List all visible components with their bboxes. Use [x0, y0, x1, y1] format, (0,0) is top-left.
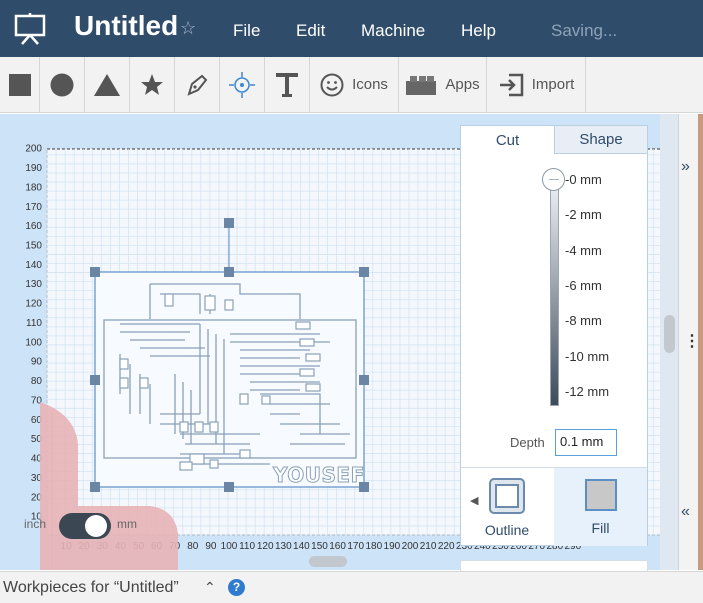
import-label: Import — [531, 76, 575, 93]
icons-label: Icons — [352, 76, 388, 93]
outline-icon — [489, 478, 525, 514]
square-icon — [8, 73, 31, 96]
apps-label: Apps — [445, 76, 480, 93]
vertical-scrollbar[interactable] — [664, 315, 675, 353]
collapse-right-icon[interactable]: » — [681, 158, 690, 176]
apps-button[interactable]: Apps — [399, 57, 487, 112]
menu-machine[interactable]: Machine — [361, 21, 425, 41]
depth-tick: -0 mm — [565, 172, 602, 187]
fill-label: Fill — [591, 520, 610, 536]
tab-shape[interactable]: Shape — [554, 126, 647, 154]
depth-tick: -6 mm — [565, 278, 602, 293]
bottom-bar: Workpieces for “Untitled” ⌃ ? — [0, 571, 703, 603]
depth-slider-track[interactable] — [550, 178, 559, 406]
panel-tabs: Cut Shape — [461, 126, 647, 154]
circle-icon — [50, 73, 74, 96]
help-icon[interactable]: ? — [228, 579, 245, 596]
pen-icon — [187, 74, 208, 96]
cut-settings-panel: Cut Shape -0 mm -2 mm -4 mm -6 mm -8 mm … — [460, 125, 648, 546]
smiley-icon — [320, 73, 344, 96]
cut-mode-row: ◀ Outline Fill — [461, 467, 647, 546]
horizontal-scrollbar[interactable] — [309, 556, 347, 567]
depth-input[interactable]: 0.1 mm — [555, 429, 617, 456]
depth-tick: -8 mm — [565, 313, 602, 328]
import-button[interactable]: Import — [487, 57, 586, 112]
import-icon — [499, 73, 523, 96]
unit-toggle[interactable] — [59, 513, 111, 539]
depth-tick: -2 mm — [565, 207, 602, 222]
text-tool-button[interactable] — [265, 57, 310, 112]
star-tool-button[interactable] — [130, 57, 175, 112]
more-options-icon[interactable]: ⋮ — [684, 331, 700, 351]
triangle-icon — [94, 73, 120, 96]
workpiece-text-yousef: YOUSEF — [273, 463, 365, 488]
icons-button[interactable]: Icons — [310, 57, 399, 112]
brick-icon — [406, 75, 437, 95]
triangle-tool-button[interactable] — [85, 57, 130, 112]
pen-tool-button[interactable] — [175, 57, 220, 112]
document-title[interactable]: Untitled — [74, 10, 178, 42]
save-status: Saving... — [551, 21, 618, 40]
depth-tick: -10 mm — [565, 349, 610, 364]
shape-toolbar: Icons Apps Import — [0, 57, 703, 113]
tab-cut[interactable]: Cut — [461, 126, 554, 154]
fill-icon — [584, 479, 617, 511]
crosshair-icon — [229, 71, 255, 98]
circle-tool-button[interactable] — [40, 57, 85, 112]
star-icon — [141, 73, 163, 95]
unit-inch-label: inch — [24, 517, 47, 531]
point-tool-button[interactable] — [220, 57, 265, 112]
unit-mm-label: mm — [117, 517, 137, 531]
previous-arrow-icon[interactable]: ◀ — [470, 494, 478, 507]
chevron-up-icon[interactable]: ⌃ — [204, 579, 216, 596]
text-icon — [276, 72, 298, 97]
favorite-star-icon[interactable]: ☆ — [180, 18, 196, 39]
depth-tick: -4 mm — [565, 243, 602, 258]
depth-label: Depth — [510, 435, 545, 450]
menu-file[interactable]: File — [233, 21, 260, 41]
depth-tick: -12 mm — [565, 384, 610, 399]
workpieces-label[interactable]: Workpieces for “Untitled” — [3, 579, 179, 597]
toggle-knob — [85, 515, 107, 537]
outline-mode-button[interactable]: Outline — [481, 468, 533, 546]
menu-edit[interactable]: Edit — [296, 21, 325, 41]
outline-label: Outline — [484, 522, 530, 538]
easel-logo-icon[interactable] — [13, 13, 47, 45]
expand-left-icon[interactable]: « — [681, 503, 690, 521]
top-bar: Untitled ☆ File Edit Machine Help Saving… — [0, 0, 703, 57]
fill-mode-button[interactable]: Fill — [554, 468, 647, 546]
depth-slider-knob[interactable] — [542, 168, 565, 191]
menu-help[interactable]: Help — [461, 21, 496, 41]
rectangle-tool-button[interactable] — [0, 57, 40, 112]
